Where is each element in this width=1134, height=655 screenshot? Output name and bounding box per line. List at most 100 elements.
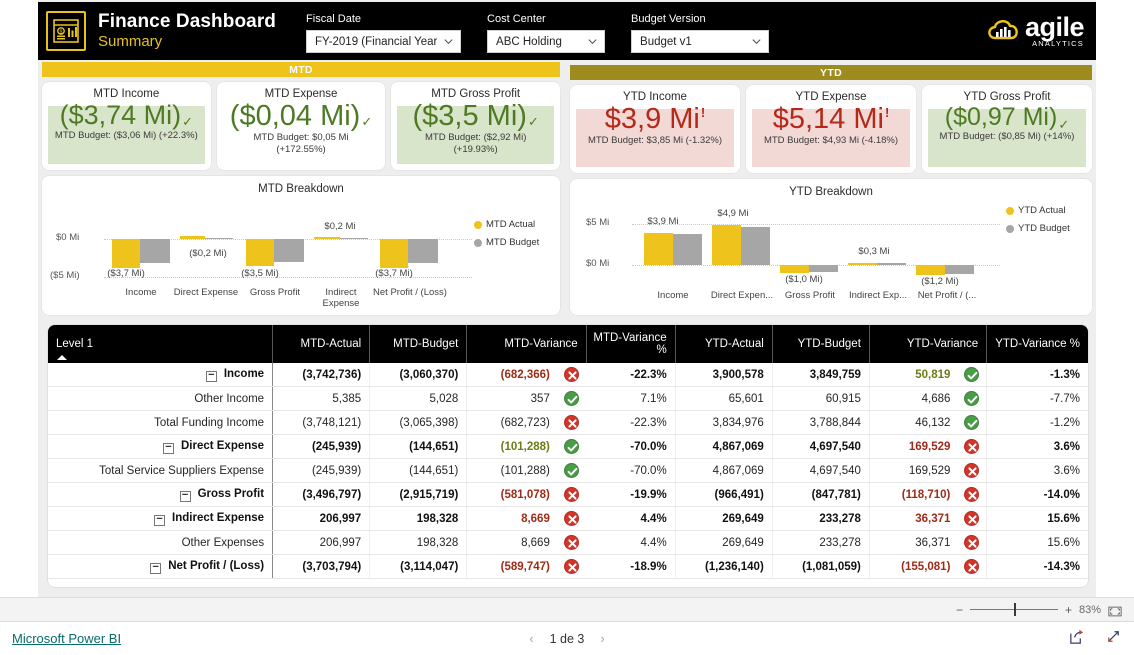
cell-mtd-budget: 198,328 xyxy=(369,506,467,531)
col-header-ytd-budget[interactable]: YTD-Budget xyxy=(771,325,870,363)
report-footer: Microsoft Power BI ‹ 1 de 3 › xyxy=(0,621,1134,655)
kpi-card-mtd-gross-profit[interactable]: MTD Gross Profit ($3,5 Mi) ✓ MTD Budget:… xyxy=(391,82,561,170)
bar-actual-direct-expense xyxy=(180,236,205,239)
col-header-mtd-budget[interactable]: MTD-Budget xyxy=(369,325,467,363)
cell-level1: Total Funding Income xyxy=(48,410,274,435)
kpi-card-ytd-gross-profit[interactable]: YTD Gross Profit ($0,97 Mi) ✓ MTD Budget… xyxy=(922,85,1092,173)
cell-ytd-variance: 50,819 xyxy=(868,363,959,387)
data-label-indirect-expense: $0,2 Mi xyxy=(324,221,356,232)
col-header-level1[interactable]: Level 1 xyxy=(48,325,273,363)
col-header-mtd-variance-pct[interactable]: MTD-Variance % xyxy=(585,325,676,363)
fit-to-page-icon[interactable] xyxy=(1108,604,1122,617)
cell-ytd-variance-pct: -1.2% xyxy=(986,410,1088,435)
bar-budget-indirect-expense xyxy=(340,237,368,240)
status-bad-icon xyxy=(563,559,579,574)
table-row[interactable]: Other Income 5,385 5,028 357 7.1% 65,601 60,91… xyxy=(48,386,1088,411)
bar-budget-net-profit xyxy=(945,265,974,274)
legend-item-actual[interactable]: MTD Actual xyxy=(474,219,539,230)
cell-ytd-variance-pct: -1.3% xyxy=(986,363,1088,387)
x-label-gross-profit: Gross Profit xyxy=(249,287,301,298)
cell-mtd-status-badge xyxy=(557,482,587,507)
row-expander[interactable]: − xyxy=(162,442,174,454)
financial-matrix-table[interactable]: Level 1 MTD-Actual MTD-Budget MTD-Varian… xyxy=(48,325,1088,587)
cell-ytd-variance: 46,132 xyxy=(868,410,959,435)
page-navigator: ‹ 1 de 3 › xyxy=(529,631,604,646)
x-label-direct-expense: Direct Expen... xyxy=(710,290,774,301)
zoom-in-button[interactable]: + xyxy=(1065,604,1072,616)
legend-item-budget[interactable]: MTD Budget xyxy=(474,237,539,248)
cell-ytd-status-badge xyxy=(958,554,987,579)
col-header-mtd-variance[interactable]: MTD-Variance xyxy=(466,325,587,363)
kpi-status-mark: ✓ xyxy=(361,114,373,129)
kpi-card-ytd-income[interactable]: YTD Income $3,9 Mi ! MTD Budget: $3,85 M… xyxy=(570,85,740,173)
legend-item-actual[interactable]: YTD Actual xyxy=(1006,205,1070,216)
kpi-value: ($0,04 Mi) xyxy=(229,100,361,132)
bar-budget-income xyxy=(140,239,170,263)
mtd-breakdown-chart[interactable]: MTD Breakdown $0 Mi ($5 Mi) ($3,7 Mi) ($… xyxy=(42,176,560,315)
ytd-breakdown-chart[interactable]: YTD Breakdown $5 Mi $0 Mi $3,9 Mi $4,9 M… xyxy=(570,179,1092,315)
footer-actions xyxy=(1068,628,1122,650)
data-label-net-profit: ($3,7 Mi) xyxy=(375,268,413,279)
microsoft-power-bi-link[interactable]: Microsoft Power BI xyxy=(12,631,121,646)
previous-page-button[interactable]: ‹ xyxy=(529,631,533,646)
kpi-subtext: MTD Budget: $3,85 Mi (-1.32%) xyxy=(587,135,723,147)
report-header: $ Finance Dashboard Summary Fiscal Date … xyxy=(38,2,1096,60)
col-header-ytd-variance-pct[interactable]: YTD-Variance % xyxy=(986,325,1088,363)
fullscreen-icon[interactable] xyxy=(1105,628,1122,650)
legend-label-actual: YTD Actual xyxy=(1018,205,1066,216)
cell-mtd-variance-pct: 7.1% xyxy=(586,386,676,411)
table-row[interactable]: − Gross Profit (3,496,797) (2,915,719) (581,… xyxy=(48,482,1088,507)
header-titles: Finance Dashboard Summary xyxy=(98,12,276,50)
kpi-card-mtd-income[interactable]: MTD Income ($3,74 Mi) ✓ MTD Budget: ($3,… xyxy=(42,82,211,170)
cell-mtd-budget: (2,915,719) xyxy=(369,482,467,507)
cell-ytd-status-badge xyxy=(958,482,987,507)
legend-item-budget[interactable]: YTD Budget xyxy=(1006,223,1070,234)
ytd-panel: YTD YTD Income $3,9 Mi ! MTD Budget: $3,… xyxy=(570,65,1092,315)
agile-analytics-logo: agile ANALYTICS xyxy=(985,14,1085,48)
cell-ytd-variance-pct: -7.7% xyxy=(986,386,1088,411)
col-header-ytd-actual[interactable]: YTD-Actual xyxy=(674,325,773,363)
zoom-slider[interactable] xyxy=(969,603,1058,616)
col-header-mtd-actual[interactable]: MTD-Actual xyxy=(272,325,370,363)
report-canvas: $ Finance Dashboard Summary Fiscal Date … xyxy=(38,0,1096,597)
cell-ytd-variance-pct: 3.6% xyxy=(986,434,1088,459)
chart-legend[interactable]: YTD Actual YTD Budget xyxy=(1006,205,1070,241)
cell-ytd-budget: 60,915 xyxy=(771,386,870,411)
kpi-card-mtd-expense[interactable]: MTD Expense ($0,04 Mi) ✓ MTD Budget: $0,… xyxy=(216,82,386,170)
status-bad-icon xyxy=(964,559,980,574)
zoom-out-button[interactable]: − xyxy=(956,604,963,616)
cell-mtd-variance: (682,366) xyxy=(466,363,558,387)
ytd-band: YTD xyxy=(570,65,1092,80)
row-expander[interactable]: − xyxy=(205,370,217,382)
table-row[interactable]: − Indirect Expense 206,997 198,328 8,669 4.4%… xyxy=(48,506,1088,531)
table-row[interactable]: Total Service Suppliers Expense (245,939)… xyxy=(48,458,1088,483)
chart-legend[interactable]: MTD Actual MTD Budget xyxy=(474,219,539,255)
table-row[interactable]: − Income (3,742,736) (3,060,370) (682,366) -2… xyxy=(48,363,1088,387)
col-header-ytd-variance[interactable]: YTD-Variance xyxy=(868,325,987,363)
x-label-indirect-expense: Indirect Expense xyxy=(322,287,360,310)
status-bad-icon xyxy=(964,535,980,550)
bar-budget-gross-profit xyxy=(809,265,838,272)
row-expander[interactable]: − xyxy=(154,514,166,526)
zoom-slider-thumb[interactable] xyxy=(1013,603,1016,616)
table-row[interactable]: − Net Profit / (Loss) (3,703,794) (3,114,04… xyxy=(48,554,1088,579)
next-page-button[interactable]: › xyxy=(600,631,604,646)
cell-mtd-status-badge xyxy=(557,410,587,435)
slicer-cost-center-dropdown[interactable]: ABC Holding xyxy=(487,30,606,53)
share-icon[interactable] xyxy=(1068,628,1085,650)
kpi-title: YTD Expense xyxy=(795,91,867,103)
row-expander[interactable]: − xyxy=(150,562,162,574)
kpi-card-ytd-expense[interactable]: YTD Expense $5,14 Mi ! MTD Budget: $4,93… xyxy=(746,85,916,173)
slicer-budget-version-dropdown[interactable]: Budget v1 xyxy=(631,30,770,53)
kpi-status-mark: ✓ xyxy=(182,114,194,129)
table-row[interactable]: Total Funding Income (3,748,121) (3,065,39… xyxy=(48,410,1088,435)
table-row[interactable]: − Direct Expense (245,939) (144,651) (101,28… xyxy=(48,434,1088,459)
cell-ytd-variance-pct: 3.6% xyxy=(986,458,1088,483)
cell-mtd-status-badge xyxy=(557,386,587,411)
table-row[interactable]: Other Expenses 206,997 198,328 8,669 4.4% 269… xyxy=(48,530,1088,555)
cell-level1: − Direct Expense xyxy=(48,434,274,459)
row-expander[interactable]: − xyxy=(179,490,191,502)
slicer-fiscal-date-dropdown[interactable]: FY-2019 (Financial Year) ... xyxy=(306,30,462,53)
cloud-bars-icon xyxy=(988,20,1018,40)
zoom-percent: 83% xyxy=(1078,603,1101,616)
